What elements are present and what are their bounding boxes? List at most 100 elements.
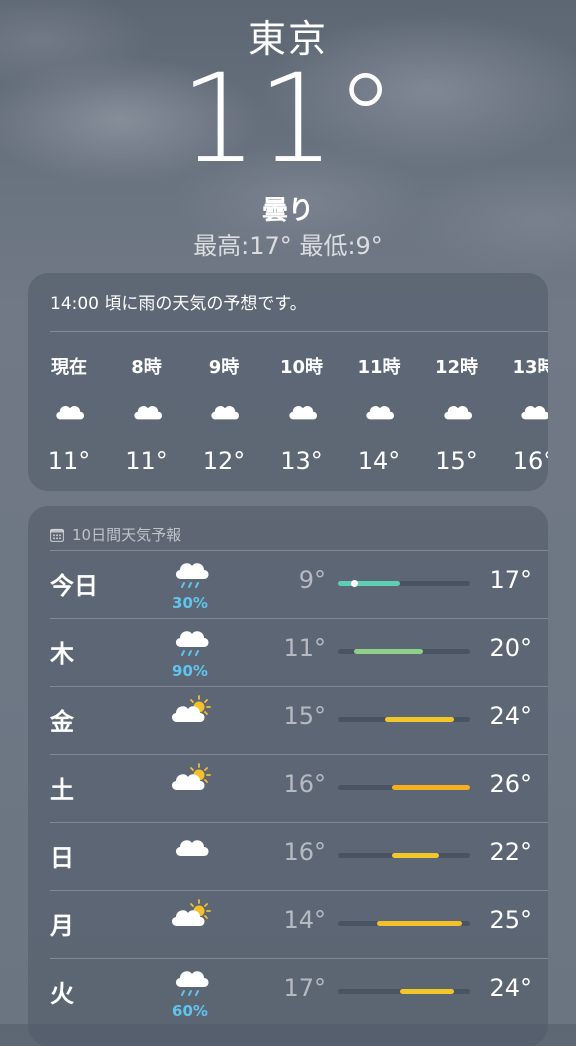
precipitation-chance: 30% — [172, 594, 208, 612]
low-temperature: 9° — [298, 566, 326, 594]
high-temperature: 24° — [489, 974, 532, 1002]
daily-row[interactable]: 火 60% 17° 24° — [28, 958, 548, 1026]
temperature-range-fill — [338, 581, 401, 586]
hourly-time: 8時 — [131, 357, 162, 378]
daily-row[interactable]: 土 16° 26° — [28, 754, 548, 822]
hourly-icon-wrap — [208, 397, 242, 421]
weather-icon-wrap — [172, 626, 212, 656]
daily-forecast-card[interactable]: 10日間天気予報 今日 30% 9° 17° 木 90% 11° 20° 金 15° 24° 土 16°… — [28, 506, 548, 1046]
high-low-temperature: 最高:17° 最低:9° — [193, 232, 383, 260]
hourly-icon-wrap — [518, 397, 548, 421]
temperature-range-bar — [338, 853, 470, 858]
cloud-icon — [211, 405, 240, 420]
hourly-temperature: 15° — [435, 447, 478, 475]
hourly-icon-wrap — [286, 397, 320, 421]
daily-row[interactable]: 今日 30% 9° 17° — [28, 550, 548, 618]
temperature-range-bar — [338, 580, 470, 587]
rain-cloud-icon — [175, 631, 209, 656]
hourly-time: 12時 — [434, 357, 479, 378]
rain-cloud-icon — [175, 971, 209, 996]
high-temperature: 20° — [489, 634, 532, 662]
current-temperature: 11° — [179, 48, 397, 190]
hourly-temperature: 11° — [125, 447, 168, 475]
cloud-icon — [443, 405, 472, 420]
low-temperature: 16° — [283, 838, 326, 866]
divider — [50, 331, 548, 332]
divider — [50, 550, 548, 551]
precipitation-chance: 60% — [172, 1002, 208, 1020]
low-temperature: 15° — [283, 702, 326, 730]
low-temperature: 11° — [283, 634, 326, 662]
daily-forecast-title: 10日間天気予報 — [50, 524, 181, 545]
low-temperature: 17° — [283, 974, 326, 1002]
hourly-temperature: 12° — [202, 447, 246, 475]
divider — [50, 686, 548, 687]
hourly-icon-wrap — [53, 397, 87, 421]
hourly-temperature: 16° — [512, 447, 548, 475]
partly-sunny-icon — [171, 695, 211, 722]
weather-icon-wrap — [171, 762, 212, 792]
day-label: 金 — [50, 708, 74, 736]
weather-icon-wrap — [171, 898, 212, 928]
cloud-icon — [175, 840, 209, 856]
day-label: 火 — [50, 980, 74, 1008]
daily-row[interactable]: 月 14° 25° — [28, 890, 548, 958]
weather-icon-wrap — [171, 694, 212, 724]
temperature-range-bar — [338, 921, 470, 926]
high-temperature: 25° — [489, 906, 532, 934]
hourly-icon-wrap — [131, 397, 165, 421]
low-temperature: 16° — [283, 770, 326, 798]
temperature-range-fill — [353, 649, 424, 654]
hourly-temperature: 13° — [280, 447, 323, 475]
current-temperature-dot — [350, 580, 358, 587]
day-label: 日 — [50, 844, 74, 872]
divider — [50, 958, 548, 959]
divider — [50, 754, 548, 755]
temperature-range-fill — [392, 785, 470, 790]
day-label: 月 — [50, 912, 74, 940]
divider — [50, 618, 548, 619]
hourly-time: 10時 — [279, 357, 324, 378]
rain-cloud-icon — [175, 563, 209, 588]
hourly-icon-wrap — [441, 397, 475, 421]
cloud-icon — [56, 405, 85, 420]
divider — [50, 890, 548, 891]
hourly-temperature: 11° — [47, 447, 91, 475]
high-temperature: 24° — [489, 702, 532, 730]
temperature-range-bar — [338, 717, 470, 722]
daily-row[interactable]: 日 16° 22° — [28, 822, 548, 890]
hourly-list[interactable]: 現在 11° 8時 11° 9時 12° 10時 13° 11時 14° 12時 15° 13時 16° — [28, 353, 548, 475]
hourly-time: 現在 — [51, 357, 87, 378]
daily-row[interactable]: 木 90% 11° 20° — [28, 618, 548, 686]
day-label: 土 — [50, 776, 74, 804]
day-label: 木 — [50, 640, 74, 668]
forecast-summary: 14:00 頃に雨の天気の予想です。 — [50, 294, 307, 314]
hourly-time: 9時 — [208, 357, 240, 378]
temperature-range-fill — [400, 989, 455, 994]
high-temperature: 22° — [489, 838, 532, 866]
partly-sunny-icon — [171, 899, 211, 926]
daily-forecast-title-label: 10日間天気予報 — [72, 526, 182, 544]
hourly-time: 13時 — [512, 357, 548, 378]
divider — [50, 822, 548, 823]
hourly-time: 11時 — [357, 357, 401, 378]
cloud-icon — [521, 405, 548, 420]
hourly-temperature: 14° — [357, 447, 401, 475]
high-temperature: 26° — [489, 770, 532, 798]
temperature-range-bar — [338, 785, 470, 790]
precipitation-chance: 90% — [172, 662, 208, 680]
cloud-icon — [288, 405, 317, 420]
cloud-icon — [133, 405, 162, 420]
hourly-forecast-card[interactable]: 14:00 頃に雨の天気の予想です。 現在 11° 8時 11° 9時 12° 10時 13°… — [28, 273, 548, 491]
hourly-icon-wrap — [363, 397, 397, 421]
temperature-range-bar — [338, 649, 470, 654]
day-label: 今日 — [50, 572, 98, 600]
weather-icon-wrap — [172, 830, 212, 860]
weather-icon-wrap — [172, 966, 212, 996]
temperature-range-bar — [338, 989, 470, 994]
temperature-range-fill — [384, 717, 455, 722]
high-temperature: 17° — [489, 566, 532, 594]
low-temperature: 14° — [283, 906, 326, 934]
temperature-range-fill — [392, 853, 439, 858]
daily-row[interactable]: 金 15° 24° — [28, 686, 548, 754]
